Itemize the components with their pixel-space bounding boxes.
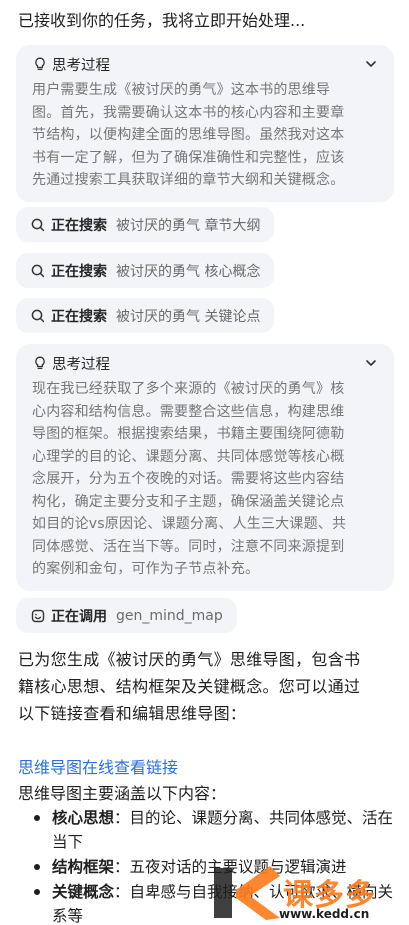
- bullet-key: 关键概念: [52, 883, 115, 901]
- thinking-panel-1: 思考过程 用户需要生成《被讨厌的勇气》这本书的思维导 图。首先，我需要确认这本书…: [16, 45, 394, 202]
- thinking-title-1: 思考过程: [52, 57, 110, 74]
- bullet-sep: ：: [114, 809, 130, 827]
- mind-map-link[interactable]: 思维导图在线查看链接: [18, 754, 178, 778]
- search-step-1[interactable]: 正在搜索 被讨厌的勇气 章节大纲: [16, 207, 275, 242]
- thinking-header-2[interactable]: 思考过程: [32, 352, 380, 374]
- thinking-line: 用户需要生成《被讨厌的勇气》这本书的思维导: [32, 82, 331, 98]
- search-icon: [30, 217, 46, 233]
- search-step-query: 被讨厌的勇气 核心概念: [116, 263, 261, 280]
- search-icon: [30, 263, 46, 279]
- thinking-text-1: 用户需要生成《被讨厌的勇气》这本书的思维导 图。首先，我需要确认这本书的核心内容…: [32, 79, 380, 192]
- list-item: 核心思想：目的论、课题分离、共同体感觉、活在当下: [34, 806, 396, 854]
- watermark-url: www.kedd.cn: [279, 907, 370, 921]
- tool-call-name: gen_mind_map: [116, 607, 223, 624]
- answer-line: 以下链接查看和编辑思维导图：: [18, 704, 247, 723]
- thinking-line: 节结构，以便构建全面的思维导图。虽然我对这本: [32, 127, 345, 143]
- search-step-query: 被讨厌的勇气 关键论点: [116, 308, 261, 325]
- thinking-line: 念展开，分为五个夜晚的对话。需要将这些内容结: [32, 471, 345, 487]
- search-step-label: 正在搜索: [51, 308, 107, 325]
- search-step-3[interactable]: 正在搜索 被讨厌的勇气 关键论点: [16, 298, 275, 333]
- thinking-line: 的案例和金句，可作为子节点补充。: [32, 561, 260, 577]
- search-step-2[interactable]: 正在搜索 被讨厌的勇气 核心概念: [16, 253, 275, 288]
- thinking-line: 先通过搜索工具获取详细的章节大纲和关键概念。: [32, 172, 345, 188]
- answer-paragraph: 已为您生成《被讨厌的勇气》思维导图，包含书 籍核心思想、结构框架及关键概念。您可…: [18, 646, 396, 727]
- bullet-sep: ：: [114, 883, 130, 901]
- lightbulb-icon: [32, 56, 48, 72]
- lightbulb-icon: [32, 355, 48, 371]
- chevron-down-icon[interactable]: [362, 354, 380, 372]
- bullet-sep: ：: [114, 858, 130, 876]
- intro-message: 已接收到你的任务，我将立即开始处理...: [18, 11, 306, 30]
- thinking-line: 现在我已经获取了多个来源的《被讨厌的勇气》核: [32, 381, 345, 397]
- chevron-down-icon[interactable]: [362, 55, 380, 73]
- thinking-title-2: 思考过程: [52, 356, 110, 373]
- search-step-query: 被讨厌的勇气 章节大纲: [116, 217, 261, 234]
- thinking-line: 导图的框架。根据搜索结果，书籍主要围绕阿德勒: [32, 426, 345, 442]
- thinking-line: 同体感觉、活在当下等。同时，注意不同来源提到: [32, 538, 345, 555]
- thinking-line: 书有一定了解，但为了确保准确性和完整性，应该: [32, 149, 345, 166]
- thinking-line: 构化，确定主要分支和子主题，确保涵盖关键论点: [32, 493, 345, 510]
- answer-line: 已为您生成《被讨厌的勇气》思维导图，包含书: [18, 650, 361, 669]
- thinking-panel-2: 思考过程 现在我已经获取了多个来源的《被讨厌的勇气》核 心内容和结构信息。需要整…: [16, 344, 394, 591]
- thinking-text-2: 现在我已经获取了多个来源的《被讨厌的勇气》核 心内容和结构信息。需要整合这些信息…: [32, 378, 380, 581]
- search-icon: [30, 308, 46, 324]
- thinking-line: 心内容和结构信息。需要整合这些信息，构建思维: [32, 403, 345, 420]
- tool-call-label: 正在调用: [51, 608, 107, 625]
- bullet-key: 结构框架: [52, 858, 115, 876]
- search-step-label: 正在搜索: [51, 263, 107, 280]
- thinking-line: 如目的论vs原因论、课题分离、人生三大课题、共: [32, 516, 347, 532]
- thinking-header-1[interactable]: 思考过程: [32, 53, 380, 75]
- tool-icon: [30, 608, 46, 624]
- bullet-key: 核心思想: [52, 809, 115, 827]
- search-step-label: 正在搜索: [51, 217, 107, 234]
- tool-call-step[interactable]: 正在调用 gen_mind_map: [16, 598, 237, 633]
- coverage-heading: 思维导图主要涵盖以下内容：: [18, 784, 227, 803]
- answer-line: 籍核心思想、结构框架及关键概念。您可以通过: [18, 677, 361, 696]
- thinking-line: 图。首先，我需要确认这本书的核心内容和主要章: [32, 104, 345, 121]
- thinking-line: 心理学的目的论、课题分离、共同体感觉等核心概: [32, 448, 345, 465]
